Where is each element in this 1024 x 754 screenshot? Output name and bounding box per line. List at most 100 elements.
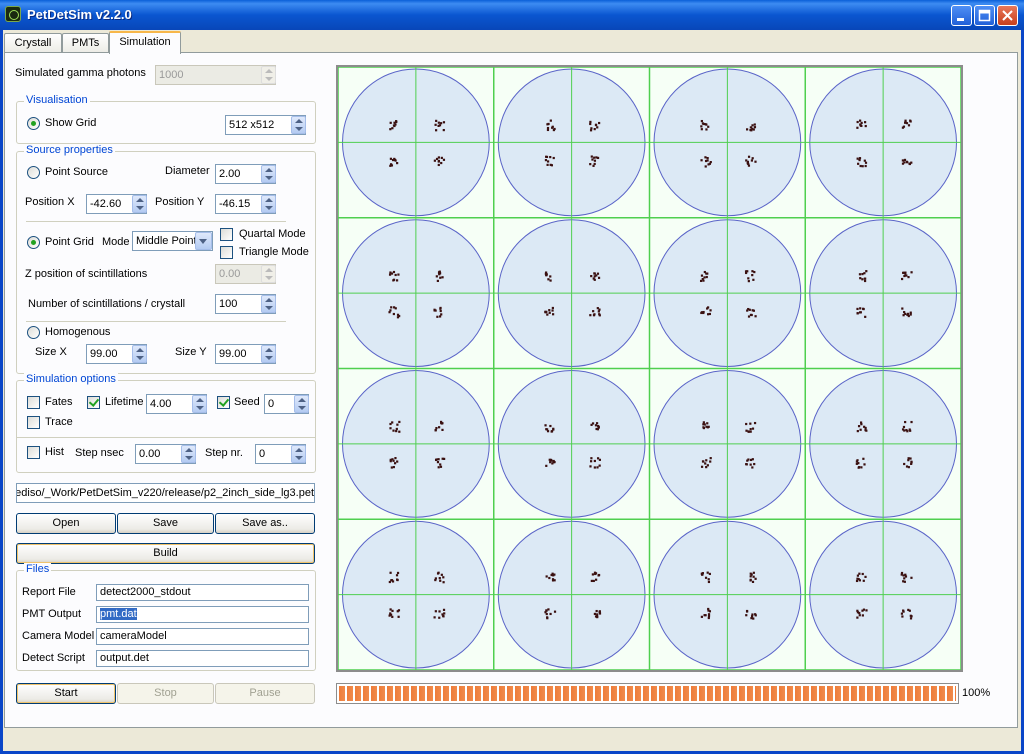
step-nsec-spinbox[interactable]: 0.00 xyxy=(135,444,196,464)
scintillation-spot xyxy=(592,579,595,583)
point-grid-radio[interactable] xyxy=(27,236,40,249)
spin-arrows-icon[interactable] xyxy=(291,116,306,134)
scintillation-spot xyxy=(862,307,865,310)
trace-checkbox[interactable] xyxy=(27,416,40,429)
start-button[interactable]: Start xyxy=(16,683,116,704)
scintillation-spot xyxy=(745,614,748,617)
stop-button[interactable]: Stop xyxy=(117,683,214,704)
mode-select[interactable]: Middle Point xyxy=(132,231,213,251)
spin-arrows-icon[interactable] xyxy=(261,195,276,213)
spin-arrows-icon[interactable] xyxy=(261,66,276,84)
spin-arrows-icon[interactable] xyxy=(261,165,276,183)
pmt-output-input[interactable]: pmt.dat xyxy=(96,606,309,623)
scintillation-spot xyxy=(394,307,397,310)
scintillation-spot xyxy=(859,311,862,314)
scintillation-spot xyxy=(553,579,556,582)
scintillation-spot xyxy=(434,309,437,312)
scintillation-spot xyxy=(863,159,866,162)
scintillation-spot xyxy=(438,610,441,613)
scintillation-spot xyxy=(747,164,751,167)
size-x-spinbox[interactable]: 99.00 xyxy=(86,344,147,364)
app-icon[interactable] xyxy=(5,6,21,22)
size-y-spinbox[interactable]: 99.00 xyxy=(215,344,276,364)
lifetime-checkbox[interactable] xyxy=(87,396,100,409)
maximize-button[interactable] xyxy=(974,5,995,26)
step-nr-spinbox[interactable]: 0 xyxy=(255,444,306,464)
scintillation-spot xyxy=(438,616,441,619)
scintillation-spot xyxy=(855,579,859,583)
simulation-view[interactable] xyxy=(336,65,963,672)
scintillation-spot xyxy=(396,423,399,426)
spin-arrows-icon[interactable] xyxy=(261,265,276,283)
scintillation-spot xyxy=(703,276,706,279)
seed-spinbox[interactable]: 0 xyxy=(264,394,309,414)
seed-checkbox[interactable] xyxy=(217,396,230,409)
scintillation-spot xyxy=(396,161,399,165)
dropdown-arrow-icon[interactable] xyxy=(195,232,212,250)
scintillation-spot xyxy=(700,615,703,618)
simulation-options-title: Simulation options xyxy=(24,373,118,385)
spin-arrows-icon[interactable] xyxy=(261,295,276,313)
minimize-button[interactable] xyxy=(951,5,972,26)
open-button[interactable]: Open xyxy=(16,513,116,534)
scintillation-spot xyxy=(593,159,597,162)
scintillation-spot xyxy=(437,458,440,461)
save-as-button[interactable]: Save as.. xyxy=(215,513,315,534)
scintillation-spot xyxy=(856,120,859,124)
detect-script-input[interactable]: output.det xyxy=(96,650,309,667)
hist-checkbox[interactable] xyxy=(27,446,40,459)
spin-arrows-icon[interactable] xyxy=(181,445,196,463)
tab-simulation[interactable]: Simulation xyxy=(109,31,181,54)
scintillation-spot xyxy=(590,579,593,583)
spin-arrows-icon[interactable] xyxy=(192,395,207,413)
point-source-radio[interactable] xyxy=(27,166,40,179)
spin-arrows-icon[interactable] xyxy=(294,395,309,413)
scintillation-spot xyxy=(905,465,909,468)
scintillation-spot xyxy=(390,466,393,469)
position-x-spinbox[interactable]: -42.60 xyxy=(86,194,147,214)
report-file-input[interactable]: detect2000_stdout xyxy=(96,584,309,601)
pause-button[interactable]: Pause xyxy=(215,683,315,704)
close-button[interactable] xyxy=(997,5,1018,26)
show-grid-radio[interactable] xyxy=(27,117,40,130)
num-scintillations-spinbox[interactable]: 100 xyxy=(215,294,276,314)
tab-crystall[interactable]: Crystall xyxy=(4,33,62,53)
scintillation-spot xyxy=(751,458,754,461)
size-y-label: Size Y xyxy=(175,346,207,358)
scintillation-spot xyxy=(553,127,556,131)
scintillation-spot xyxy=(437,121,440,124)
scintillation-spot xyxy=(864,164,867,168)
diameter-spinbox[interactable]: 2.00 xyxy=(215,164,276,184)
z-position-spinbox[interactable]: 0.00 xyxy=(215,264,276,284)
tab-pmts[interactable]: PMTs xyxy=(62,33,109,53)
spin-arrows-icon[interactable] xyxy=(132,195,147,213)
scintillation-spot xyxy=(546,123,549,126)
camera-model-input[interactable]: cameraModel xyxy=(96,628,309,645)
scintillation-spot xyxy=(551,309,554,312)
title-bar[interactable]: PetDetSim v2.2.0 xyxy=(0,0,1024,30)
build-button[interactable]: Build xyxy=(16,543,315,564)
project-file-path[interactable]: Mediso/_Work/PetDetSim_v220/release/p2_2… xyxy=(16,483,315,503)
homogenous-radio[interactable] xyxy=(27,326,40,339)
save-button[interactable]: Save xyxy=(117,513,214,534)
triangle-mode-checkbox[interactable] xyxy=(220,246,233,259)
spin-arrows-icon[interactable] xyxy=(291,445,306,463)
quartal-mode-checkbox[interactable] xyxy=(220,228,233,241)
scintillation-spot xyxy=(753,123,756,126)
step-nr-label: Step nr. xyxy=(205,447,243,459)
fates-checkbox[interactable] xyxy=(27,396,40,409)
position-y-spinbox[interactable]: -46.15 xyxy=(215,194,276,214)
lifetime-spinbox[interactable]: 4.00 xyxy=(146,394,207,414)
scintillation-spot xyxy=(860,121,863,124)
scintillation-spot xyxy=(590,155,593,158)
scintillation-spot xyxy=(909,617,913,620)
scintillation-spot xyxy=(701,573,704,576)
scintillation-spot xyxy=(906,430,909,433)
spin-arrows-icon[interactable] xyxy=(261,345,276,363)
scintillation-spot xyxy=(700,159,703,162)
resolution-spinbox[interactable]: 512 x512 xyxy=(225,115,306,135)
scintillation-spot xyxy=(706,422,709,425)
gamma-photons-spinbox[interactable]: 1000 xyxy=(155,65,276,85)
scintillation-spot xyxy=(864,315,867,318)
spin-arrows-icon[interactable] xyxy=(132,345,147,363)
